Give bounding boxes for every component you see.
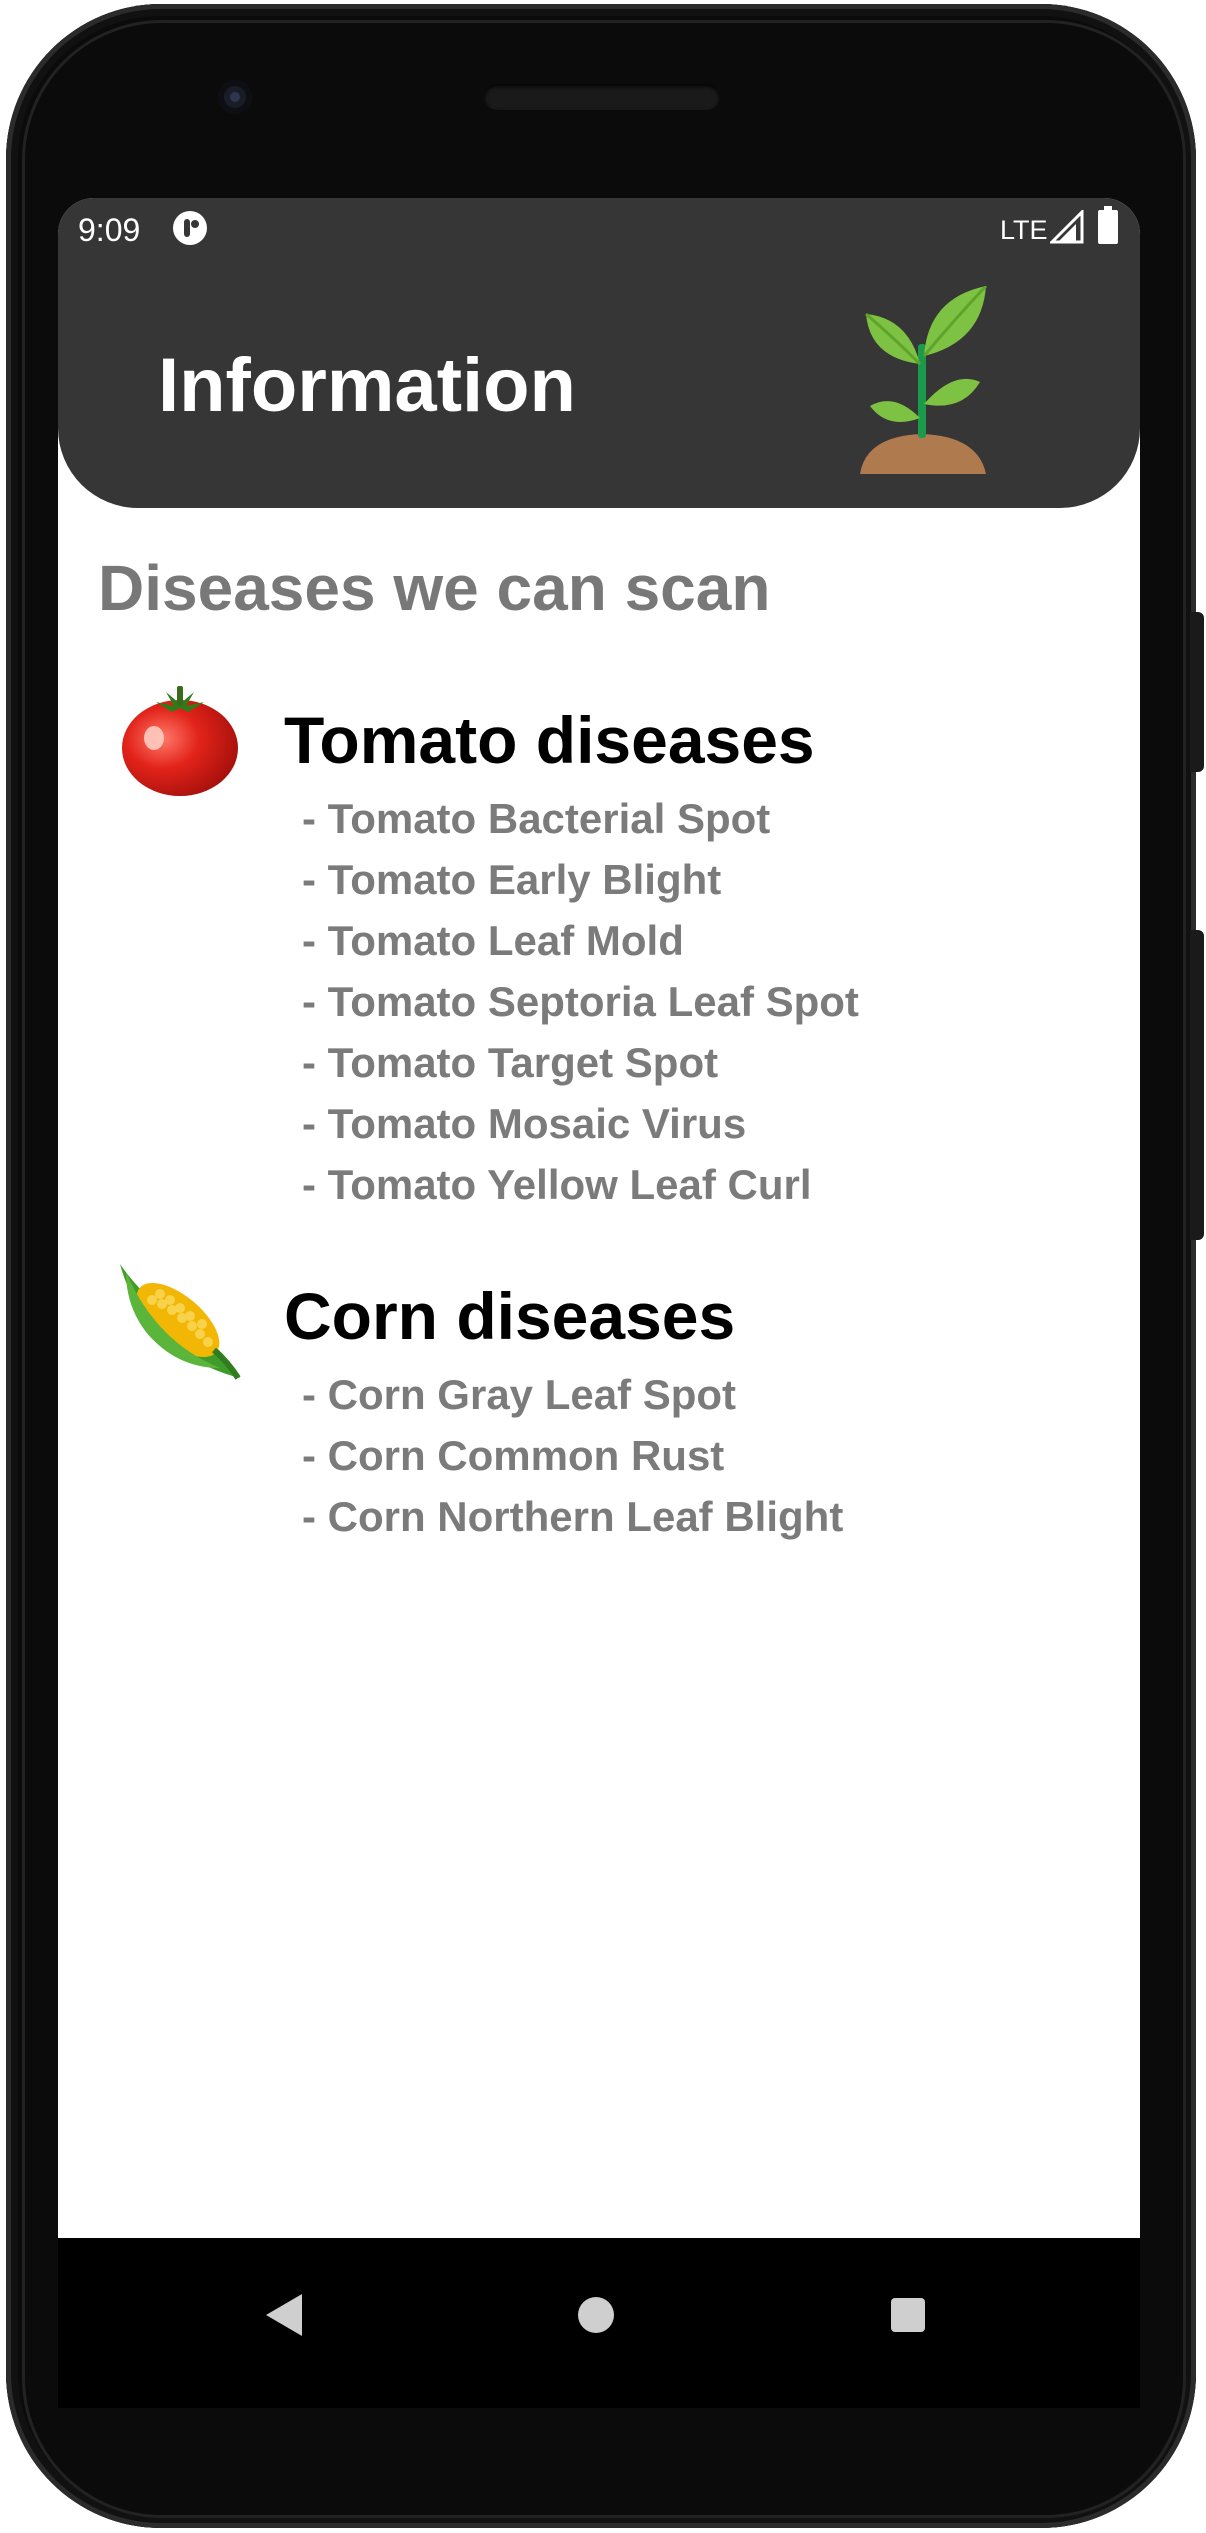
list-item: - Tomato Target Spot <box>302 1039 719 1086</box>
power-button <box>1190 612 1204 772</box>
back-icon[interactable] <box>258 2290 308 2340</box>
notification-app-icon <box>173 211 207 245</box>
system-navigation-bar <box>58 2238 1140 2408</box>
volume-button <box>1190 930 1204 1240</box>
earpiece-speaker <box>484 84 720 110</box>
signal-icon <box>1050 210 1084 244</box>
list-item: - Tomato Leaf Mold <box>302 917 684 964</box>
corn-disease-list: - Corn Gray Leaf Spot - Corn Common Rust… <box>302 1364 843 1547</box>
list-item: - Tomato Yellow Leaf Curl <box>302 1161 812 1208</box>
status-time: 9:09 <box>78 212 141 248</box>
device-screenshot: 9:09 LTE Information Diseases we can sca… <box>0 0 1206 2533</box>
tomato-disease-list: - Tomato Bacterial Spot - Tomato Early B… <box>302 788 859 1215</box>
category-title-tomato: Tomato diseases <box>284 703 815 777</box>
recents-icon[interactable] <box>891 2298 925 2332</box>
front-camera <box>218 80 252 114</box>
section-heading: Diseases we can scan <box>98 552 771 624</box>
list-item: - Tomato Bacterial Spot <box>302 795 771 842</box>
list-item: - Tomato Early Blight <box>302 856 722 903</box>
list-item: - Corn Common Rust <box>302 1432 725 1479</box>
battery-icon <box>1098 206 1118 244</box>
tomato-icon <box>122 686 238 796</box>
plant-sprout-icon <box>860 286 988 474</box>
network-type: LTE <box>1000 215 1048 245</box>
corn-icon <box>120 1264 241 1380</box>
list-item: - Tomato Mosaic Virus <box>302 1100 747 1147</box>
category-title-corn: Corn diseases <box>284 1279 736 1353</box>
page-title: Information <box>158 343 576 428</box>
app-bar: 9:09 LTE Information <box>58 198 1140 508</box>
list-item: - Corn Northern Leaf Blight <box>302 1493 844 1540</box>
list-item: - Tomato Septoria Leaf Spot <box>302 978 859 1025</box>
app-screen: 9:09 LTE Information Diseases we can sca… <box>58 198 1140 2238</box>
list-item: - Corn Gray Leaf Spot <box>302 1371 737 1418</box>
home-icon[interactable] <box>578 2297 614 2333</box>
